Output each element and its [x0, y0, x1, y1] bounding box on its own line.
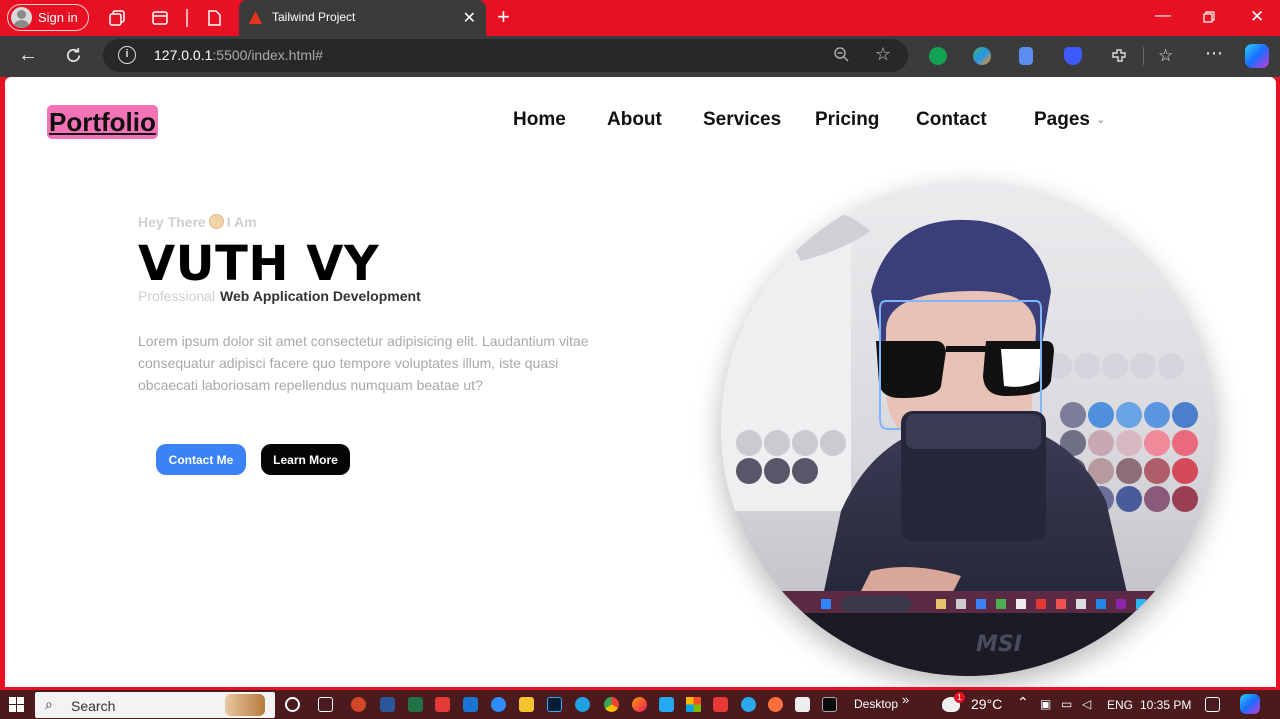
site-logo[interactable]: Portfolio — [47, 105, 158, 139]
copilot-taskbar-icon[interactable] — [1240, 694, 1260, 714]
active-tab[interactable]: Tailwind Project ✕ — [239, 0, 486, 36]
hero-name: VUTH VY — [138, 236, 380, 292]
file-explorer-icon[interactable] — [519, 697, 534, 712]
browser-tab-strip: Sign in Tailwind Project ✕ + — ✕ — [0, 0, 1280, 36]
toolbar-separator — [1143, 47, 1144, 65]
greeting-pre: Hey There — [138, 214, 206, 230]
nav-services[interactable]: Services — [703, 109, 781, 131]
weather-badge: 1 — [954, 692, 965, 703]
hero-role: Professional Web Application Development — [138, 288, 421, 304]
edge-taskbar-icon[interactable] — [575, 697, 590, 712]
taskbar-search-box[interactable]: ⌕ Search — [35, 692, 275, 718]
close-tab-icon[interactable]: ✕ — [463, 8, 476, 28]
monitor-brand-text: MSI — [976, 632, 1022, 657]
new-tab-icon[interactable]: + — [497, 4, 510, 30]
extensions-puzzle-icon[interactable] — [1110, 47, 1128, 65]
wave-emoji-icon — [208, 214, 224, 229]
tab-title: Tailwind Project — [272, 10, 356, 24]
terminal-icon[interactable] — [822, 697, 837, 712]
todo-check-icon[interactable] — [435, 697, 450, 712]
role-prefix: Professional — [138, 288, 216, 304]
extension-shield-icon[interactable] — [929, 47, 947, 65]
word-icon[interactable] — [380, 697, 395, 712]
excel-icon[interactable] — [408, 697, 423, 712]
url-path: :5500/index.html# — [212, 47, 323, 63]
zoom-app-icon[interactable] — [491, 697, 506, 712]
profile-signin-button[interactable]: Sign in — [7, 4, 89, 31]
search-highlight-icon — [225, 694, 265, 716]
role-title: Web Application Development — [220, 288, 421, 304]
windows-taskbar: ⌕ Search Desktop » 1 29°C ⌃ ▣ ▭ ◁ ENG 10… — [0, 690, 1280, 719]
contact-me-button[interactable]: Contact Me — [156, 444, 246, 475]
signin-label: Sign in — [38, 10, 78, 25]
desktop-toolbar-label[interactable]: Desktop — [854, 697, 898, 711]
learn-more-button[interactable]: Learn More — [261, 444, 350, 475]
page-viewport: Portfolio Home About Services Pricing Co… — [5, 77, 1276, 687]
nav-home[interactable]: Home — [513, 109, 566, 131]
url-text: 127.0.0.1:5500/index.html# — [154, 47, 323, 63]
hero-description: Lorem ipsum dolor sit amet consectetur a… — [138, 333, 589, 393]
refresh-icon[interactable] — [64, 46, 83, 65]
windows-start-icon[interactable] — [9, 697, 24, 712]
camera-tray-icon[interactable]: ▣ — [1040, 697, 1051, 711]
nav-pages[interactable]: Pages ⌄ — [1034, 109, 1105, 131]
firefox-icon[interactable] — [632, 697, 647, 712]
cortana-icon[interactable] — [285, 697, 300, 712]
more-menu-icon[interactable]: ⋯ — [1205, 43, 1223, 64]
tab-favicon-icon — [249, 11, 262, 24]
chrome-icon[interactable] — [604, 697, 619, 712]
notifications-icon[interactable] — [1205, 697, 1220, 712]
battery-icon[interactable]: ▭ — [1061, 697, 1072, 711]
volume-icon[interactable]: ◁ — [1082, 697, 1091, 711]
close-window-icon[interactable]: ✕ — [1250, 7, 1264, 27]
show-hidden-icons-icon[interactable]: ⌃ — [1017, 694, 1029, 711]
toolbar-expand-icon[interactable]: » — [902, 692, 909, 707]
extension-doc-icon[interactable] — [1019, 47, 1033, 65]
browser-toolbar: ← i 127.0.0.1:5500/index.html# ☆ ☆ ⋯ — [0, 36, 1280, 77]
app-gray-icon[interactable] — [795, 697, 810, 712]
chevron-down-icon: ⌄ — [1095, 114, 1106, 127]
url-host: 127.0.0.1 — [154, 47, 213, 63]
vscode-icon[interactable] — [659, 697, 674, 712]
nav-about[interactable]: About — [607, 109, 662, 131]
powerpoint-icon[interactable] — [351, 697, 366, 712]
nav-contact[interactable]: Contact — [916, 109, 987, 131]
tab-actions-icon[interactable] — [151, 9, 169, 27]
profile-photo-illustration: MSI — [721, 181, 1216, 676]
favorites-icon[interactable]: ☆ — [1158, 46, 1173, 66]
photoshop-icon[interactable] — [547, 697, 562, 712]
temperature-text[interactable]: 29°C — [971, 696, 1002, 712]
telegram-icon[interactable] — [741, 697, 756, 712]
zoom-icon[interactable] — [833, 46, 850, 63]
workspaces-icon[interactable] — [108, 9, 126, 27]
task-view-icon[interactable] — [318, 697, 333, 712]
mail-icon[interactable] — [463, 697, 478, 712]
language-indicator[interactable]: ENG — [1107, 698, 1133, 712]
extension-colorful-icon[interactable] — [973, 47, 991, 65]
search-icon: ⌕ — [45, 696, 53, 712]
restore-icon[interactable] — [1203, 11, 1215, 23]
acrobat-icon[interactable] — [713, 697, 728, 712]
page-tab-icon[interactable] — [205, 9, 223, 27]
minimize-icon[interactable]: — — [1155, 7, 1171, 25]
site-info-icon[interactable]: i — [118, 46, 136, 64]
back-arrow-icon[interactable]: ← — [18, 44, 38, 67]
taskbar-search-label: Search — [71, 698, 116, 714]
favorite-star-icon[interactable]: ☆ — [875, 44, 891, 65]
nav-pages-label: Pages — [1034, 109, 1090, 130]
nav-pricing[interactable]: Pricing — [815, 109, 879, 131]
tab-separator — [186, 9, 188, 27]
greeting: Hey There I Am — [138, 214, 257, 230]
store-icon[interactable] — [686, 697, 701, 712]
copilot-icon[interactable] — [1245, 44, 1269, 68]
app-orange-icon[interactable] — [768, 697, 783, 712]
greeting-post: I Am — [226, 214, 257, 230]
address-bar[interactable]: i 127.0.0.1:5500/index.html# ☆ — [103, 39, 908, 72]
clock-time[interactable]: 10:35 PM — [1140, 698, 1191, 712]
profile-avatar-icon — [11, 7, 32, 28]
profile-photo: MSI — [721, 181, 1216, 676]
extension-vpn-icon[interactable] — [1064, 47, 1082, 65]
